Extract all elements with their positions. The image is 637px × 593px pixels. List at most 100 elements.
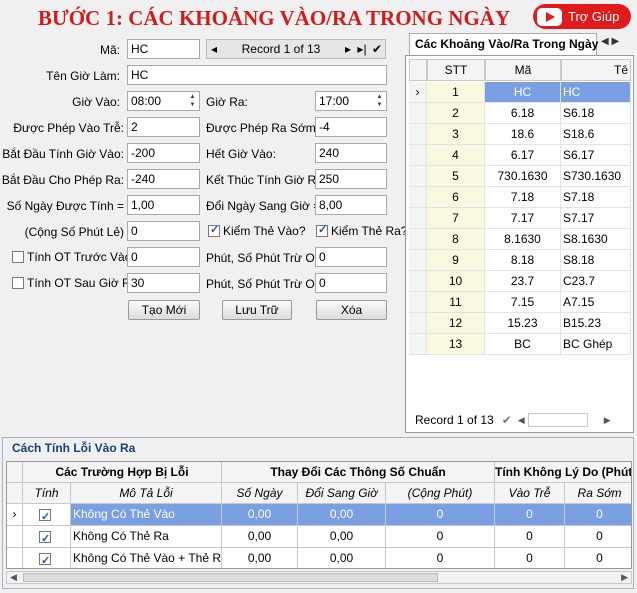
ma-label: Mã: xyxy=(99,43,120,57)
phut-tru-ot-2-input[interactable]: 0 xyxy=(315,273,387,293)
column-header-row: Tính Mô Tả Lỗi Số Ngày Đổi Sang Giờ (Cộn… xyxy=(7,483,631,504)
ot-sau-gio-ra-checkbox[interactable]: Tính OT Sau Giờ Ra xyxy=(12,276,137,290)
so-ngay-input[interactable]: 1,00 xyxy=(127,195,200,215)
column-header-so-ngay[interactable]: Số Ngày xyxy=(222,483,298,504)
vao-tre-input[interactable]: 2 xyxy=(127,117,200,137)
tinh-checkbox[interactable] xyxy=(23,504,71,526)
phut-tru-ot-2-label: Phút, Số Phút Trừ OT xyxy=(206,277,323,291)
column-header-doi-gio[interactable]: Đổi Sang Giờ xyxy=(298,483,386,504)
grid-hscroll-thumb[interactable] xyxy=(527,413,588,427)
gio-ra-input[interactable]: 17:00 ▲ ▼ xyxy=(315,91,387,111)
column-header-stt[interactable]: STT xyxy=(427,59,485,81)
table-row[interactable]: 4 6.17 S6.17 xyxy=(409,145,631,166)
column-header-ma[interactable]: Mã xyxy=(485,59,561,81)
cell-ten: A7.15 xyxy=(561,292,631,313)
cell-ma: 18.6 xyxy=(485,124,561,145)
cell-stt: 13 xyxy=(427,334,485,355)
kiem-the-vao-checkbox[interactable]: Kiểm Thẻ Vào? xyxy=(208,223,306,238)
column-header-ten[interactable]: Tê xyxy=(561,59,631,81)
tinh-checkbox[interactable] xyxy=(23,548,71,568)
cell-ma: BC xyxy=(485,334,561,355)
cell-stt: 3 xyxy=(427,124,485,145)
help-button[interactable]: Trợ Giúp xyxy=(533,4,631,29)
tinh-checkbox[interactable] xyxy=(23,526,71,548)
table-row[interactable]: 12 15.23 B15.23 xyxy=(409,313,631,334)
scroll-thumb[interactable] xyxy=(23,573,438,582)
save-button[interactable]: Lưu Trữ xyxy=(222,300,292,320)
bat-dau-ra-input[interactable]: -240 xyxy=(127,169,200,189)
cell-ten: BC Ghép xyxy=(561,334,631,355)
tab-khoang-vao-ra[interactable]: Các Khoảng Vào/Ra Trong Ngày xyxy=(409,33,598,55)
ma-input[interactable]: HC xyxy=(127,39,200,59)
youtube-icon xyxy=(537,7,562,26)
grid-scroll-right-icon[interactable]: ▶ xyxy=(604,415,611,426)
table-row[interactable]: ›Không Có Thẻ Vào0,000,00000 xyxy=(7,504,631,526)
nav-next-icon[interactable]: ▸ xyxy=(341,42,355,56)
table-row[interactable]: 9 8.18 S8.18 xyxy=(409,250,631,271)
cell-cong-phut: 0 xyxy=(386,548,495,568)
delete-button[interactable]: Xóa xyxy=(316,300,387,320)
tab-scroll-arrows-icon[interactable]: ◀ ▶ xyxy=(601,36,619,47)
grid-confirm-icon[interactable]: ✔ xyxy=(502,413,512,427)
table-row[interactable]: 6 7.18 S7.18 xyxy=(409,187,631,208)
table-row[interactable]: 10 23.7 C23.7 xyxy=(409,271,631,292)
cell-ma: 7.17 xyxy=(485,208,561,229)
table-row[interactable]: 11 7.15 A7.15 xyxy=(409,292,631,313)
cell-cong-phut: 0 xyxy=(386,526,495,548)
ten-gio-lam-input[interactable]: HC xyxy=(127,65,387,85)
ot-truoc-vao-checkbox[interactable]: Tính OT Trước Vào xyxy=(12,250,131,264)
current-row-arrow-icon: › xyxy=(7,504,23,526)
cell-vao-tre: 0 xyxy=(495,548,565,568)
column-header-vao-tre[interactable]: Vào Trễ xyxy=(495,483,565,504)
cell-ma: 6.17 xyxy=(485,145,561,166)
cell-stt: 4 xyxy=(427,145,485,166)
bat-dau-gio-vao-input[interactable]: -200 xyxy=(127,143,200,163)
column-header-ra-som[interactable]: Ra Sớm xyxy=(565,483,631,504)
kiem-the-ra-checkbox[interactable]: Kiểm Thẻ Ra? xyxy=(316,223,407,238)
column-header-tinh[interactable]: Tính xyxy=(23,483,71,504)
het-gio-vao-input[interactable]: 240 xyxy=(315,143,387,163)
row-indicator xyxy=(409,187,427,208)
cell-ten: S730.1630 xyxy=(561,166,631,187)
new-button[interactable]: Tạo Mới xyxy=(128,300,200,320)
row-indicator xyxy=(409,229,427,250)
ket-thuc-ra-input[interactable]: 250 xyxy=(315,169,387,189)
ot-truoc-vao-input[interactable]: 0 xyxy=(127,247,200,267)
ot-sau-gio-ra-input[interactable]: 30 xyxy=(127,273,200,293)
ra-som-input[interactable]: -4 xyxy=(315,117,387,137)
gio-ra-value: 17:00 xyxy=(319,94,350,108)
table-row[interactable]: 3 18.6 S18.6 xyxy=(409,124,631,145)
gio-ra-spinner-icon[interactable]: ▲ ▼ xyxy=(374,93,385,109)
cong-phut-le-input[interactable]: 0 xyxy=(127,221,200,241)
table-row[interactable]: Không Có Thẻ Ra0,000,00000 xyxy=(7,526,631,548)
table-row[interactable]: 5 730.1630 S730.1630 xyxy=(409,166,631,187)
table-row[interactable]: 7 7.17 S7.17 xyxy=(409,208,631,229)
table-row[interactable]: Không Có Thẻ Vào + Thẻ Ra0,000,00000 xyxy=(7,548,631,568)
scroll-left-icon[interactable]: ◀ xyxy=(10,572,17,583)
table-row[interactable]: 13 BC BC Ghép xyxy=(409,334,631,355)
group-header-no-reason: Tính Không Lý Do (Phút) xyxy=(495,462,631,483)
gio-vao-input[interactable]: 08:00 ▲ ▼ xyxy=(127,91,200,111)
doi-ngay-label: Đổi Ngày Sang Giờ = xyxy=(206,199,321,213)
gio-vao-spinner-icon[interactable]: ▲ ▼ xyxy=(187,93,198,109)
nav-last-icon[interactable]: ▸| xyxy=(355,42,369,56)
cell-ten: S6.18 xyxy=(561,103,631,124)
scroll-right-icon[interactable]: ▶ xyxy=(621,572,628,583)
column-header-cong-phut[interactable]: (Cộng Phút) xyxy=(386,483,495,504)
nav-confirm-icon[interactable]: ✔ xyxy=(369,42,385,56)
column-header-mo-ta[interactable]: Mô Tả Lỗi xyxy=(71,483,222,504)
table-row[interactable]: › 1 HC HC xyxy=(409,82,631,103)
error-grid-hscrollbar[interactable]: ◀ ▶ xyxy=(6,571,632,584)
nav-prev-icon[interactable]: ◂ xyxy=(207,42,221,56)
table-row[interactable]: 8 8.1630 S8.1630 xyxy=(409,229,631,250)
row-indicator-header xyxy=(7,462,23,483)
cell-stt: 12 xyxy=(427,313,485,334)
table-row[interactable]: 2 6.18 S6.18 xyxy=(409,103,631,124)
doi-ngay-input[interactable]: 8,00 xyxy=(315,195,387,215)
ot-truoc-vao-label: Tính OT Trước Vào xyxy=(27,250,132,264)
check-icon xyxy=(39,529,51,547)
phut-tru-ot-1-input[interactable]: 0 xyxy=(315,247,387,267)
phut-tru-ot-1-label: Phút, Số Phút Trừ OT xyxy=(206,251,323,265)
cell-ten: S18.6 xyxy=(561,124,631,145)
grid-scroll-left-icon[interactable]: ◀ xyxy=(518,415,525,426)
